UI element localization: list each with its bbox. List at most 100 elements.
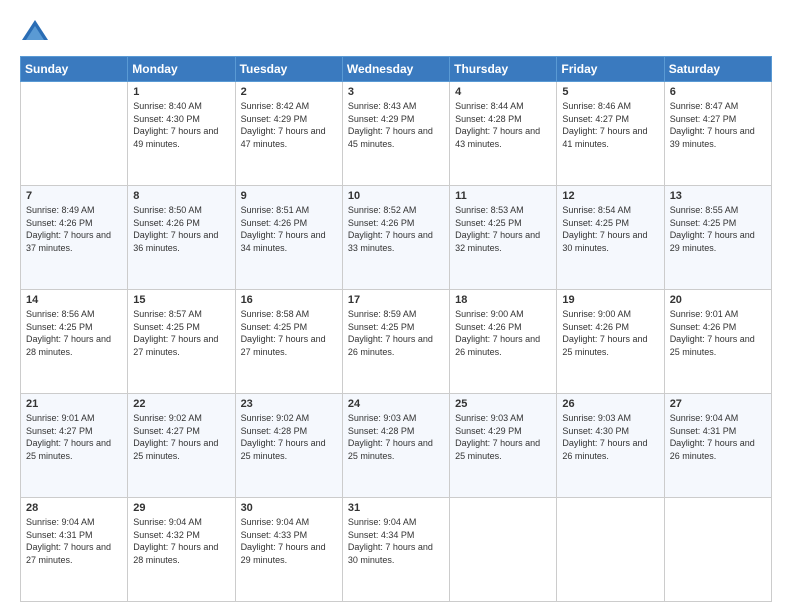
calendar-cell: 30 Sunrise: 9:04 AMSunset: 4:33 PMDayligh… — [235, 498, 342, 602]
day-number: 30 — [241, 502, 337, 514]
day-number: 23 — [241, 398, 337, 410]
day-number: 27 — [670, 398, 766, 410]
calendar-cell: 13Sunrise: 8:55 AMSunset: 4:25 PMDayligh… — [664, 186, 771, 290]
day-number: 31 — [348, 502, 444, 514]
calendar-cell: 22 Sunrise: 9:02 AMSunset: 4:27 PMDayligh… — [128, 394, 235, 498]
day-number: 13 — [670, 190, 766, 202]
day-number: 26 — [562, 398, 658, 410]
day-number: 6 — [670, 86, 766, 98]
page: SundayMondayTuesdayWednesdayThursdayFrid… — [0, 0, 792, 612]
header — [20, 18, 772, 48]
calendar-cell: 31 Sunrise: 9:04 AMSunset: 4:34 PMDayligh… — [342, 498, 449, 602]
day-info: Sunrise: 9:03 AMSunset: 4:28 PMDaylight:… — [348, 412, 444, 462]
day-info: Sunrise: 8:56 AMSunset: 4:25 PMDaylight:… — [26, 308, 122, 358]
day-number: 10 — [348, 190, 444, 202]
day-info: Sunrise: 9:04 AMSunset: 4:34 PMDaylight:… — [348, 516, 444, 566]
calendar-cell: 1 Sunrise: 8:40 AMSunset: 4:30 PMDaylight… — [128, 82, 235, 186]
day-info: Sunrise: 9:02 AMSunset: 4:27 PMDaylight:… — [133, 412, 229, 462]
calendar-cell: 5 Sunrise: 8:46 AMSunset: 4:27 PMDaylight… — [557, 82, 664, 186]
day-number: 29 — [133, 502, 229, 514]
calendar-cell: 3 Sunrise: 8:43 AMSunset: 4:29 PMDaylight… — [342, 82, 449, 186]
day-info: Sunrise: 9:04 AMSunset: 4:33 PMDaylight:… — [241, 516, 337, 566]
day-number: 19 — [562, 294, 658, 306]
day-number: 15 — [133, 294, 229, 306]
calendar-cell — [450, 498, 557, 602]
calendar-cell: 20Sunrise: 9:01 AMSunset: 4:26 PMDayligh… — [664, 290, 771, 394]
calendar-cell: 11 Sunrise: 8:53 AMSunset: 4:25 PMDayligh… — [450, 186, 557, 290]
week-row-0: 1 Sunrise: 8:40 AMSunset: 4:30 PMDaylight… — [21, 82, 772, 186]
day-info: Sunrise: 9:00 AMSunset: 4:26 PMDaylight:… — [562, 308, 658, 358]
calendar-table: SundayMondayTuesdayWednesdayThursdayFrid… — [20, 56, 772, 602]
calendar-cell: 6Sunrise: 8:47 AMSunset: 4:27 PMDaylight… — [664, 82, 771, 186]
day-number: 9 — [241, 190, 337, 202]
day-info: Sunrise: 9:04 AMSunset: 4:32 PMDaylight:… — [133, 516, 229, 566]
day-number: 12 — [562, 190, 658, 202]
calendar-cell: 2Sunrise: 8:42 AMSunset: 4:29 PMDaylight… — [235, 82, 342, 186]
day-number: 24 — [348, 398, 444, 410]
calendar-cell: 12 Sunrise: 8:54 AMSunset: 4:25 PMDayligh… — [557, 186, 664, 290]
weekday-header-wednesday: Wednesday — [342, 57, 449, 82]
day-number: 5 — [562, 86, 658, 98]
calendar-cell: 25Sunrise: 9:03 AMSunset: 4:29 PMDayligh… — [450, 394, 557, 498]
day-number: 7 — [26, 190, 122, 202]
day-number: 3 — [348, 86, 444, 98]
day-info: Sunrise: 8:58 AMSunset: 4:25 PMDaylight:… — [241, 308, 337, 358]
calendar-cell — [664, 498, 771, 602]
calendar-cell: 7 Sunrise: 8:49 AMSunset: 4:26 PMDaylight… — [21, 186, 128, 290]
week-row-4: 28 Sunrise: 9:04 AMSunset: 4:31 PMDayligh… — [21, 498, 772, 602]
calendar-cell: 10 Sunrise: 8:52 AMSunset: 4:26 PMDayligh… — [342, 186, 449, 290]
day-number: 8 — [133, 190, 229, 202]
weekday-header-tuesday: Tuesday — [235, 57, 342, 82]
week-row-1: 7 Sunrise: 8:49 AMSunset: 4:26 PMDaylight… — [21, 186, 772, 290]
day-info: Sunrise: 8:57 AMSunset: 4:25 PMDaylight:… — [133, 308, 229, 358]
calendar-cell: 21 Sunrise: 9:01 AMSunset: 4:27 PMDayligh… — [21, 394, 128, 498]
day-number: 16 — [241, 294, 337, 306]
day-info: Sunrise: 9:04 AMSunset: 4:31 PMDaylight:… — [26, 516, 122, 566]
day-info: Sunrise: 8:43 AMSunset: 4:29 PMDaylight:… — [348, 100, 444, 150]
day-number: 22 — [133, 398, 229, 410]
day-number: 21 — [26, 398, 122, 410]
week-row-3: 21 Sunrise: 9:01 AMSunset: 4:27 PMDayligh… — [21, 394, 772, 498]
weekday-header-saturday: Saturday — [664, 57, 771, 82]
day-info: Sunrise: 8:49 AMSunset: 4:26 PMDaylight:… — [26, 204, 122, 254]
day-info: Sunrise: 8:59 AMSunset: 4:25 PMDaylight:… — [348, 308, 444, 358]
day-number: 11 — [455, 190, 551, 202]
calendar-cell: 15 Sunrise: 8:57 AMSunset: 4:25 PMDayligh… — [128, 290, 235, 394]
day-info: Sunrise: 8:46 AMSunset: 4:27 PMDaylight:… — [562, 100, 658, 150]
day-info: Sunrise: 9:03 AMSunset: 4:29 PMDaylight:… — [455, 412, 551, 462]
day-info: Sunrise: 8:52 AMSunset: 4:26 PMDaylight:… — [348, 204, 444, 254]
calendar-cell: 8 Sunrise: 8:50 AMSunset: 4:26 PMDaylight… — [128, 186, 235, 290]
day-info: Sunrise: 9:03 AMSunset: 4:30 PMDaylight:… — [562, 412, 658, 462]
day-info: Sunrise: 9:04 AMSunset: 4:31 PMDaylight:… — [670, 412, 766, 462]
calendar-cell — [21, 82, 128, 186]
day-info: Sunrise: 9:02 AMSunset: 4:28 PMDaylight:… — [241, 412, 337, 462]
day-number: 20 — [670, 294, 766, 306]
calendar-cell: 19 Sunrise: 9:00 AMSunset: 4:26 PMDayligh… — [557, 290, 664, 394]
weekday-header-thursday: Thursday — [450, 57, 557, 82]
weekday-header-friday: Friday — [557, 57, 664, 82]
day-info: Sunrise: 8:44 AMSunset: 4:28 PMDaylight:… — [455, 100, 551, 150]
day-info: Sunrise: 8:53 AMSunset: 4:25 PMDaylight:… — [455, 204, 551, 254]
day-info: Sunrise: 8:42 AMSunset: 4:29 PMDaylight:… — [241, 100, 337, 150]
day-info: Sunrise: 8:51 AMSunset: 4:26 PMDaylight:… — [241, 204, 337, 254]
day-info: Sunrise: 9:00 AMSunset: 4:26 PMDaylight:… — [455, 308, 551, 358]
week-row-2: 14Sunrise: 8:56 AMSunset: 4:25 PMDayligh… — [21, 290, 772, 394]
calendar-cell: 26 Sunrise: 9:03 AMSunset: 4:30 PMDayligh… — [557, 394, 664, 498]
day-info: Sunrise: 9:01 AMSunset: 4:27 PMDaylight:… — [26, 412, 122, 462]
weekday-header-sunday: Sunday — [21, 57, 128, 82]
day-number: 1 — [133, 86, 229, 98]
day-number: 28 — [26, 502, 122, 514]
weekday-header-row: SundayMondayTuesdayWednesdayThursdayFrid… — [21, 57, 772, 82]
logo — [20, 18, 54, 48]
calendar-cell: 24 Sunrise: 9:03 AMSunset: 4:28 PMDayligh… — [342, 394, 449, 498]
calendar-cell: 23 Sunrise: 9:02 AMSunset: 4:28 PMDayligh… — [235, 394, 342, 498]
day-info: Sunrise: 8:54 AMSunset: 4:25 PMDaylight:… — [562, 204, 658, 254]
day-number: 4 — [455, 86, 551, 98]
calendar-cell — [557, 498, 664, 602]
calendar-cell: 18Sunrise: 9:00 AMSunset: 4:26 PMDayligh… — [450, 290, 557, 394]
day-info: Sunrise: 8:40 AMSunset: 4:30 PMDaylight:… — [133, 100, 229, 150]
calendar-cell: 9 Sunrise: 8:51 AMSunset: 4:26 PMDaylight… — [235, 186, 342, 290]
day-info: Sunrise: 8:50 AMSunset: 4:26 PMDaylight:… — [133, 204, 229, 254]
calendar-cell: 4 Sunrise: 8:44 AMSunset: 4:28 PMDaylight… — [450, 82, 557, 186]
calendar-cell: 17Sunrise: 8:59 AMSunset: 4:25 PMDayligh… — [342, 290, 449, 394]
